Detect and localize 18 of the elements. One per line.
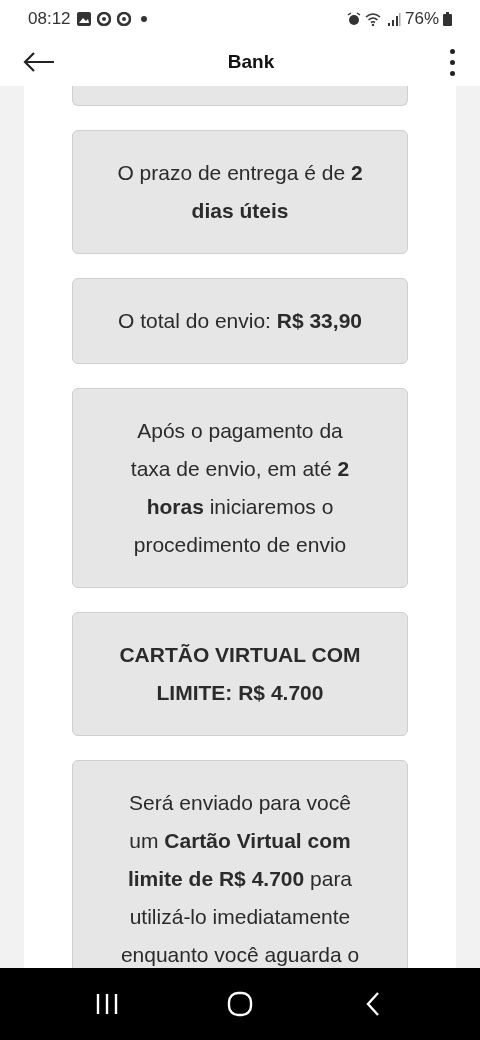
card-text: O prazo de entrega é de 2 dias úteis [116, 160, 364, 224]
battery-icon [443, 12, 452, 26]
card-text: CARTÃO VIRTUAL COM LIMITE: R$ 4.700 [118, 642, 362, 706]
home-button[interactable] [225, 989, 255, 1019]
card-text: Após o pagamento da taxa de envio, em até 2 horas iniciaremos o procedimento de envio [129, 418, 351, 558]
card-text: Será enviado para você um Cartão Virtual com limite de R$ 4.700 para utilizá-lo imediatamente enquanto você aguarda o [119, 790, 361, 968]
back-icon [365, 991, 382, 1017]
recent-apps-icon [94, 993, 119, 1015]
signal-icon [386, 12, 401, 26]
wifi-icon [364, 12, 383, 26]
card-text: O total do envio: R$ 33,90 [118, 308, 362, 334]
battery-percentage: 76% [404, 8, 439, 31]
back-arrow-icon [23, 51, 55, 73]
app-title: Bank [227, 49, 275, 74]
status-time: 08:12 [28, 8, 71, 31]
alarm-icon [346, 12, 361, 26]
home-icon [227, 991, 253, 1017]
gallery-icon [76, 12, 91, 26]
